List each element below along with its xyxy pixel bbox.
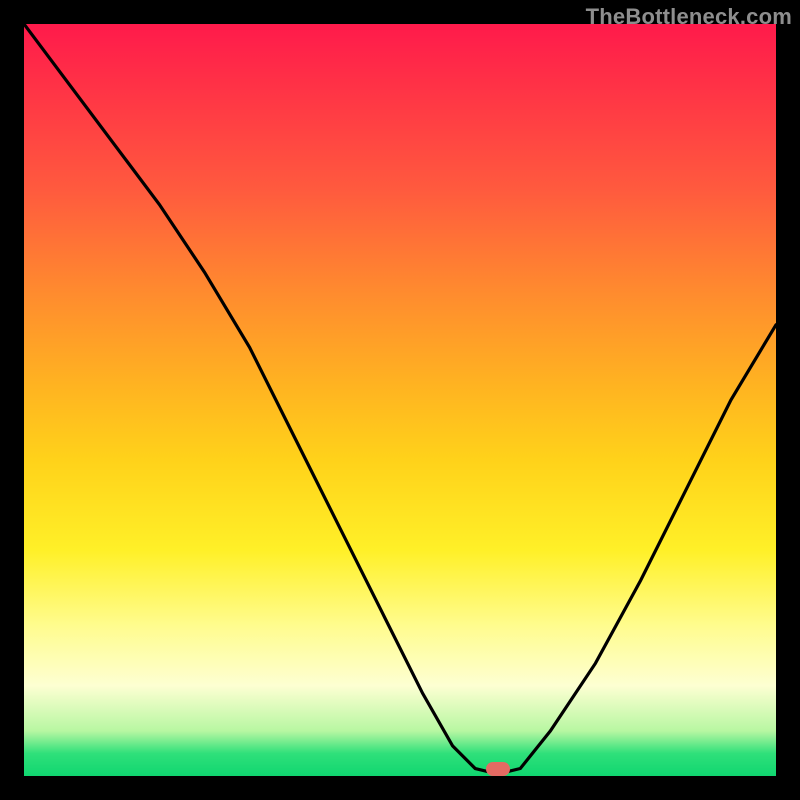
plot-area	[24, 24, 776, 776]
chart-stage: TheBottleneck.com	[0, 0, 800, 800]
curve-path	[24, 24, 776, 772]
bottleneck-curve	[24, 24, 776, 776]
optimum-marker	[486, 762, 510, 776]
